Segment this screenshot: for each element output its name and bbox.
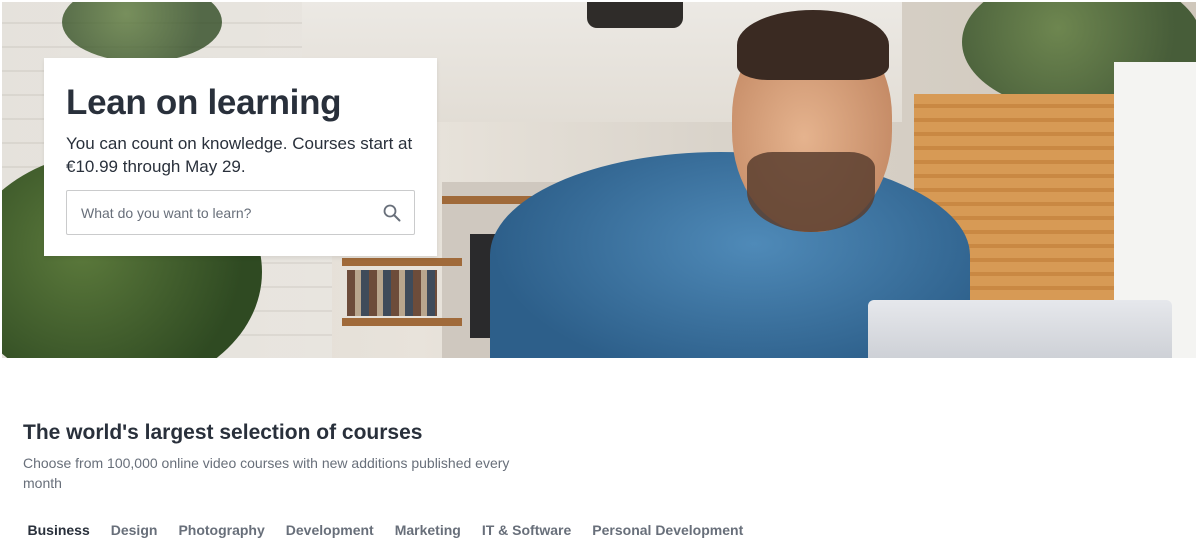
hero-card: Lean on learning You can count on knowle… [44,58,437,256]
tab-personal-development[interactable]: Personal Development [582,518,754,546]
section-subtitle: Choose from 100,000 online video courses… [23,455,510,491]
tab-photography[interactable]: Photography [168,518,275,546]
section-title: The world's largest selection of courses [23,421,423,444]
tab-design[interactable]: Design [100,518,168,546]
category-tabs: Business Design Photography Development … [17,518,754,546]
hero-title: Lean on learning [66,83,342,122]
hero-subtitle: You can count on knowledge. Courses star… [66,134,413,176]
search-bar [66,190,415,235]
hero-image-shelf-board [342,318,462,326]
hero-image-person-hair [737,10,889,80]
hero-image-books [347,270,437,316]
hero-image-lamp [587,2,683,28]
tab-development[interactable]: Development [275,518,384,546]
hero-image-shelf-board [342,258,462,266]
search-icon [383,204,401,221]
tab-it-software[interactable]: IT & Software [471,518,581,546]
hero-image-laptop [868,300,1172,358]
tab-marketing[interactable]: Marketing [384,518,471,546]
tab-business[interactable]: Business [17,518,100,546]
search-input[interactable] [67,191,370,234]
search-button[interactable] [370,191,414,234]
hero-image-person-beard [747,152,875,232]
